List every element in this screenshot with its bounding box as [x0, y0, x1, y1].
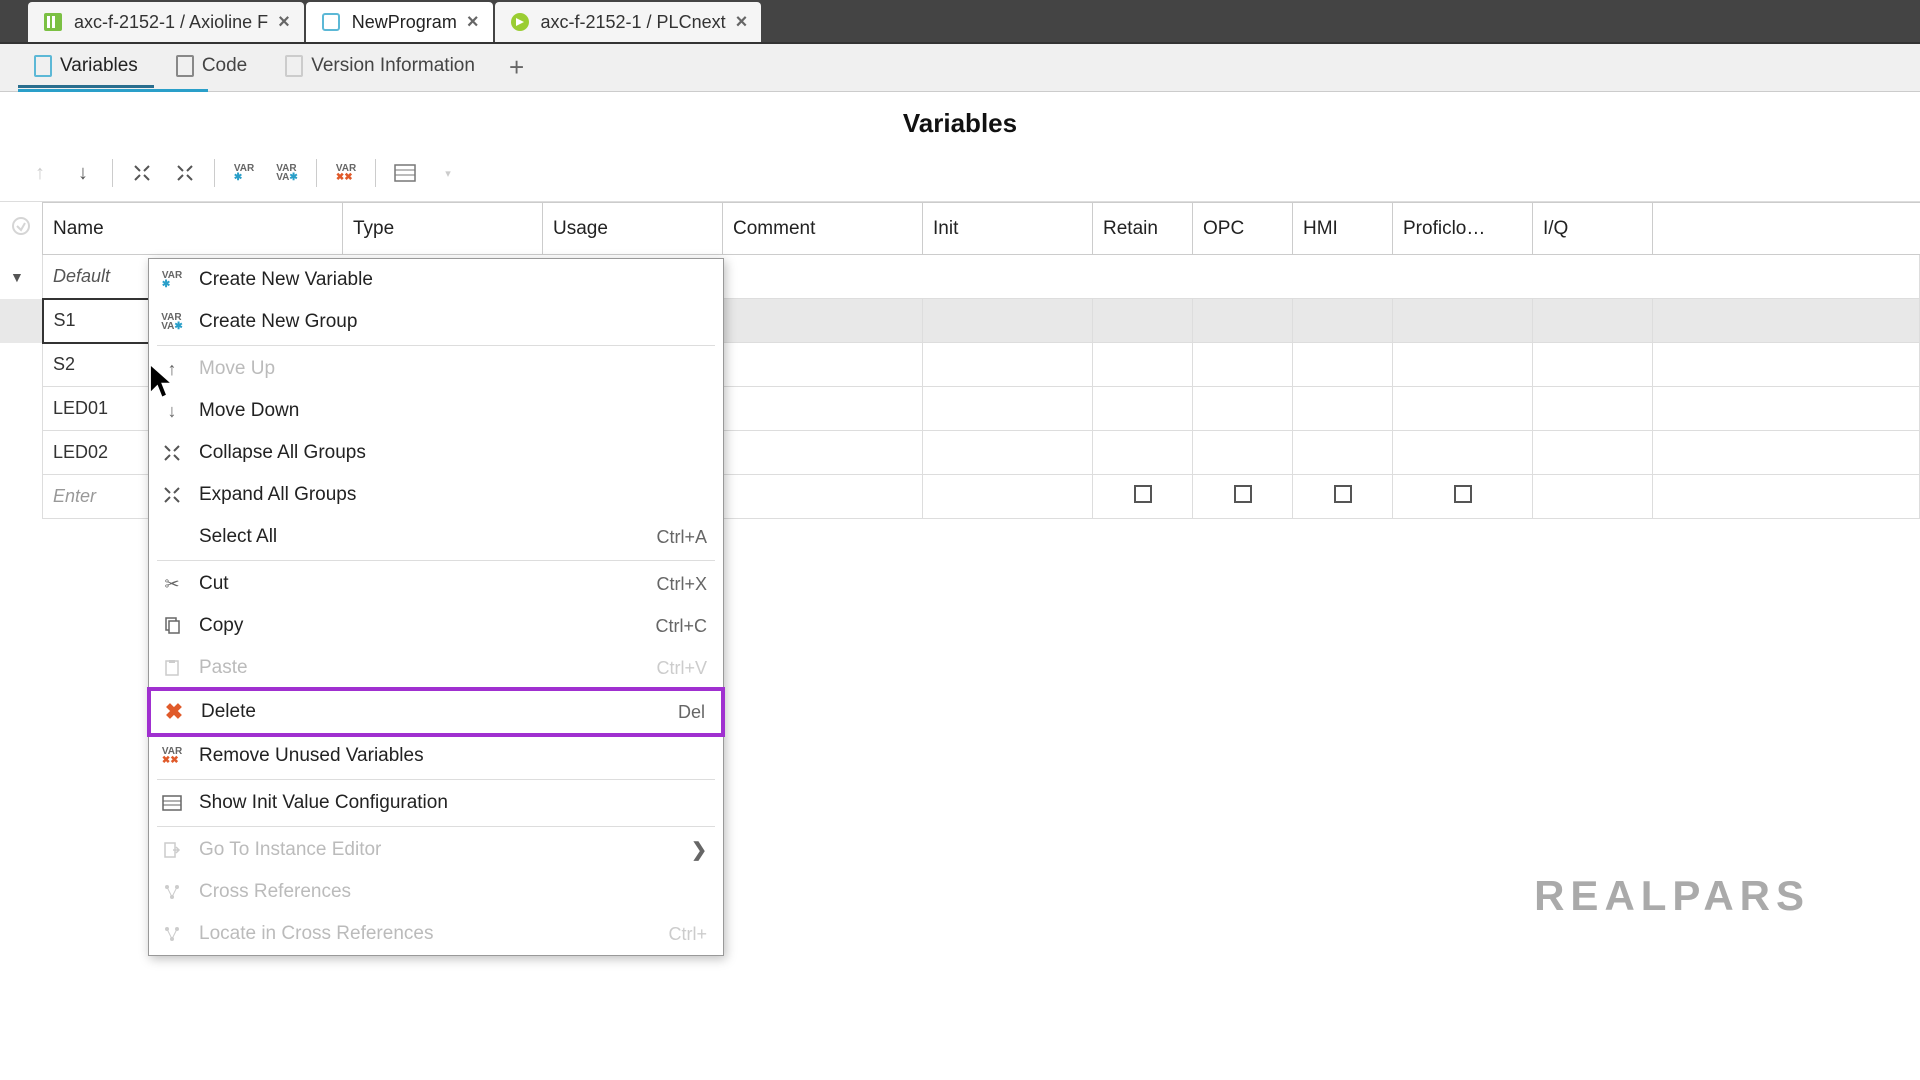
col-usage[interactable]: Usage: [543, 203, 723, 255]
cm-select-all[interactable]: Select All Ctrl+A: [149, 516, 723, 558]
axioline-icon: [42, 11, 64, 33]
new-variable-button[interactable]: VAR✱: [224, 155, 264, 191]
arrow-down-icon: ↓: [159, 399, 185, 423]
close-icon[interactable]: ×: [467, 11, 479, 34]
program-icon: [320, 11, 342, 33]
close-icon[interactable]: ×: [736, 11, 748, 34]
move-up-button[interactable]: ↑: [20, 155, 60, 191]
cm-cut[interactable]: ✂ Cut Ctrl+X: [149, 563, 723, 605]
new-group-button[interactable]: VARVA✱: [267, 155, 307, 191]
init-config-button[interactable]: [385, 155, 425, 191]
cm-cross-refs: Cross References: [149, 871, 723, 913]
cm-paste: Paste Ctrl+V: [149, 647, 723, 689]
checkbox[interactable]: [1334, 485, 1352, 503]
cm-delete[interactable]: ✖ Delete Del: [147, 687, 725, 737]
copy-icon: [159, 614, 185, 638]
remove-unused-icon: VAR✖✖: [159, 744, 185, 768]
cm-move-down[interactable]: ↓ Move Down: [149, 390, 723, 432]
tab-plcnext[interactable]: axc-f-2152-1 / PLCnext ×: [495, 2, 762, 42]
var-group-icon: VARVA✱: [159, 310, 185, 334]
subtab-code[interactable]: Code: [160, 47, 263, 88]
xref-icon: [159, 880, 185, 904]
tab-label: axc-f-2152-1 / Axioline F: [74, 12, 268, 33]
section-title: Variables: [0, 92, 1920, 149]
delete-icon: ✖: [161, 700, 187, 724]
paste-icon: [159, 656, 185, 680]
cm-show-init[interactable]: Show Init Value Configuration: [149, 782, 723, 824]
document-tab-bar: axc-f-2152-1 / Axioline F × NewProgram ×…: [0, 0, 1920, 44]
variables-toolbar: ↑ ↓ VAR✱ VARVA✱ VAR✖✖ ▾: [0, 149, 1920, 202]
cm-expand-all[interactable]: Expand All Groups: [149, 474, 723, 516]
cm-collapse-all[interactable]: Collapse All Groups: [149, 432, 723, 474]
subtab-label: Code: [202, 55, 247, 77]
col-proficloud[interactable]: Proficlo…: [1393, 203, 1533, 255]
tab-axioline[interactable]: axc-f-2152-1 / Axioline F ×: [28, 2, 304, 42]
checkbox[interactable]: [1234, 485, 1252, 503]
expand-all-button[interactable]: [165, 155, 205, 191]
collapse-icon: [159, 441, 185, 465]
locate-icon: [159, 922, 185, 946]
tab-newprogram[interactable]: NewProgram ×: [306, 2, 493, 42]
col-type[interactable]: Type: [343, 203, 543, 255]
variables-table-wrap: Name Type Usage Comment Init Retain OPC …: [0, 202, 1920, 519]
subtab-label: Version Information: [311, 55, 475, 77]
var-new-icon: VAR✱: [159, 268, 185, 292]
init-config-icon: [159, 791, 185, 815]
cm-create-group[interactable]: VARVA✱ Create New Group: [149, 301, 723, 343]
col-name[interactable]: Name: [43, 203, 343, 255]
subtab-label: Variables: [60, 55, 138, 77]
col-retain[interactable]: Retain: [1093, 203, 1193, 255]
col-opc[interactable]: OPC: [1193, 203, 1293, 255]
tab-label: axc-f-2152-1 / PLCnext: [541, 12, 726, 33]
context-menu: VAR✱ Create New Variable VARVA✱ Create N…: [148, 258, 724, 956]
watermark: REALPARS: [1534, 872, 1810, 920]
cm-locate-xref: Locate in Cross References Ctrl+: [149, 913, 723, 955]
checkbox[interactable]: [1134, 485, 1152, 503]
editor-subtab-bar: Variables Code Version Information +: [0, 44, 1920, 92]
doc-icon: [34, 55, 52, 77]
cm-copy[interactable]: Copy Ctrl+C: [149, 605, 723, 647]
collapse-all-button[interactable]: [122, 155, 162, 191]
subtab-version[interactable]: Version Information: [269, 47, 491, 88]
cm-move-up: ↑ Move Up: [149, 348, 723, 390]
row-action-header: [0, 203, 43, 255]
col-init[interactable]: Init: [923, 203, 1093, 255]
move-down-button[interactable]: ↓: [63, 155, 103, 191]
plcnext-icon: [509, 11, 531, 33]
cm-remove-unused[interactable]: VAR✖✖ Remove Unused Variables: [149, 735, 723, 777]
expand-icon: [159, 483, 185, 507]
checkbox[interactable]: [1454, 485, 1472, 503]
cm-create-variable[interactable]: VAR✱ Create New Variable: [149, 259, 723, 301]
col-hmi[interactable]: HMI: [1293, 203, 1393, 255]
remove-unused-button[interactable]: VAR✖✖: [326, 155, 366, 191]
cut-icon: ✂: [159, 572, 185, 596]
submenu-arrow-icon: ❯: [691, 839, 707, 862]
subtab-variables[interactable]: Variables: [18, 47, 154, 88]
mouse-cursor: [148, 362, 176, 400]
col-comment[interactable]: Comment: [723, 203, 923, 255]
doc-icon: [176, 55, 194, 77]
tab-label: NewProgram: [352, 12, 457, 33]
goto-icon: [159, 838, 185, 862]
add-tab-button[interactable]: +: [497, 48, 536, 87]
col-iq[interactable]: I/Q: [1533, 203, 1653, 255]
close-icon[interactable]: ×: [278, 11, 290, 34]
doc-icon: [285, 55, 303, 77]
dropdown-button[interactable]: ▾: [428, 155, 468, 191]
cm-goto-instance: Go To Instance Editor ❯: [149, 829, 723, 871]
